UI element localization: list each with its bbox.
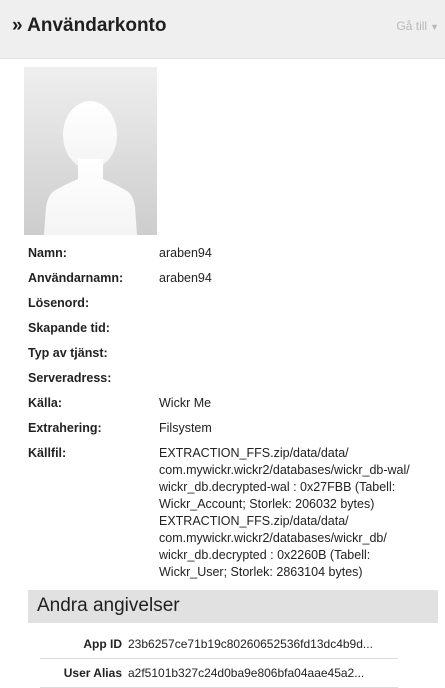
- source-file-line[interactable]: com.mywickr.wickr2/databases/wickr_db/: [159, 530, 438, 547]
- field-label: Källa:: [28, 396, 63, 410]
- source-file-line[interactable]: Wickr_Account; Storlek: 206032 bytes): [159, 496, 438, 513]
- field-server-address: Serveradress:: [28, 370, 438, 395]
- source-file-value: EXTRACTION_FFS.zip/data/data/ com.mywick…: [159, 445, 438, 581]
- field-value: [159, 370, 438, 387]
- source-file-line[interactable]: Wickr_User; Storlek: 2863104 bytes): [159, 564, 438, 581]
- field-label: Skapande tid:: [28, 321, 110, 335]
- field-source-file: Källfil: EXTRACTION_FFS.zip/data/data/ c…: [28, 445, 438, 581]
- goto-dropdown[interactable]: Gå till ▼: [396, 19, 439, 33]
- field-label: Namn:: [28, 246, 67, 260]
- row-label: User Alias: [63, 666, 122, 680]
- field-label: Användarnamn:: [28, 271, 124, 285]
- avatar: [24, 67, 157, 235]
- account-fields: Namn: araben94 Användarnamn: araben94 Lö…: [28, 245, 438, 581]
- field-service-type: Typ av tjänst:: [28, 345, 438, 370]
- table-row: User Alias a2f5101b327c24d0ba9e806bfa04aa…: [40, 659, 398, 688]
- section-header: Andra angivelser: [28, 590, 438, 623]
- page-header: » Användarkonto Gå till ▼: [0, 0, 445, 59]
- source-file-line[interactable]: EXTRACTION_FFS.zip/data/data/: [159, 445, 438, 462]
- field-source: Källa: Wickr Me: [28, 395, 438, 420]
- source-file-line[interactable]: com.mywickr.wickr2/databases/wickr_db-wa…: [159, 462, 438, 479]
- field-extraction: Extrahering: Filsystem: [28, 420, 438, 445]
- field-value: Wickr Me: [159, 396, 212, 410]
- field-label: Typ av tjänst:: [28, 346, 108, 360]
- caret-down-icon: ▼: [430, 22, 439, 32]
- field-password: Lösenord:: [28, 295, 438, 320]
- field-label: Lösenord:: [28, 296, 90, 310]
- user-silhouette-icon: [44, 101, 137, 235]
- field-value: Filsystem: [159, 421, 212, 435]
- field-label: Extrahering:: [28, 421, 102, 435]
- field-label: Källfil:: [28, 446, 67, 460]
- section-title: Andra angivelser: [37, 595, 180, 616]
- source-file-line[interactable]: wickr_db.decrypted : 0x2260B (Tabell:: [159, 547, 438, 564]
- row-value: a2f5101b327c24d0ba9e806bfa04aae45a2...: [128, 666, 365, 680]
- field-username: Användarnamn: araben94: [28, 270, 438, 295]
- page-title: » Användarkonto: [12, 15, 167, 36]
- row-label: App ID: [83, 637, 122, 651]
- field-label: Serveradress:: [28, 371, 112, 385]
- field-value: [159, 345, 438, 362]
- field-value: araben94: [159, 246, 212, 260]
- row-value: 23b6257ce71b19c80260652536fd13dc4b9d...: [128, 637, 373, 651]
- field-value: araben94: [159, 271, 212, 285]
- table-row: App ID 23b6257ce71b19c80260652536fd13dc4b…: [40, 630, 398, 659]
- field-name: Namn: araben94: [28, 245, 438, 270]
- source-file-line[interactable]: EXTRACTION_FFS.zip/data/data/: [159, 513, 438, 530]
- source-file-line[interactable]: wickr_db.decrypted-wal : 0x27FBB (Tabell…: [159, 479, 438, 496]
- other-info-table: App ID 23b6257ce71b19c80260652536fd13dc4b…: [40, 630, 398, 688]
- goto-label: Gå till: [396, 19, 428, 33]
- field-value: [159, 320, 438, 337]
- field-value: [159, 295, 438, 312]
- field-created-time: Skapande tid:: [28, 320, 438, 345]
